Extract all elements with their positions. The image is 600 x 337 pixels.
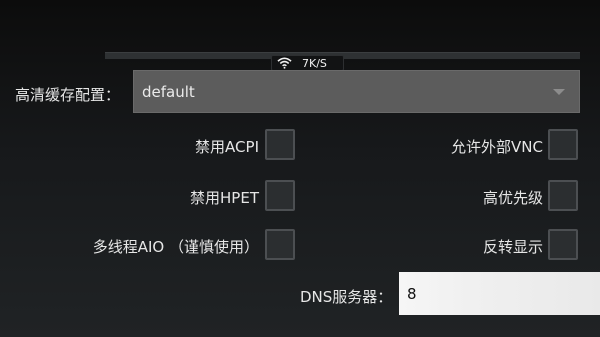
allow-vnc-checkbox[interactable] — [548, 129, 578, 160]
dns-server-label: DNS服务器： — [300, 288, 393, 306]
high-priority-checkbox[interactable] — [548, 180, 578, 211]
disable-acpi-checkbox[interactable] — [265, 129, 295, 160]
high-priority-label: 高优先级 — [482, 189, 543, 207]
allow-vnc-label: 允许外部VNC — [451, 138, 543, 156]
cache-config-select[interactable]: default — [133, 70, 580, 113]
cache-config-label: 高清缓存配置： — [15, 86, 121, 104]
network-status-indicator: 7K/S — [271, 55, 344, 71]
reverse-display-checkbox[interactable] — [548, 229, 578, 260]
disable-hpet-label: 禁用HPET — [190, 189, 259, 207]
multithread-aio-checkbox[interactable] — [265, 229, 295, 260]
reverse-display-label: 反转显示 — [482, 238, 543, 256]
disable-hpet-checkbox[interactable] — [265, 180, 295, 211]
multithread-aio-label: 多线程AIO （谨慎使用） — [92, 238, 259, 256]
cache-config-value: default — [142, 82, 195, 101]
network-speed: 7K/S — [302, 56, 327, 70]
wifi-icon — [277, 57, 292, 69]
dns-server-input[interactable] — [399, 272, 600, 315]
disable-acpi-label: 禁用ACPI — [195, 138, 259, 156]
dropdown-arrow-icon — [553, 89, 565, 95]
